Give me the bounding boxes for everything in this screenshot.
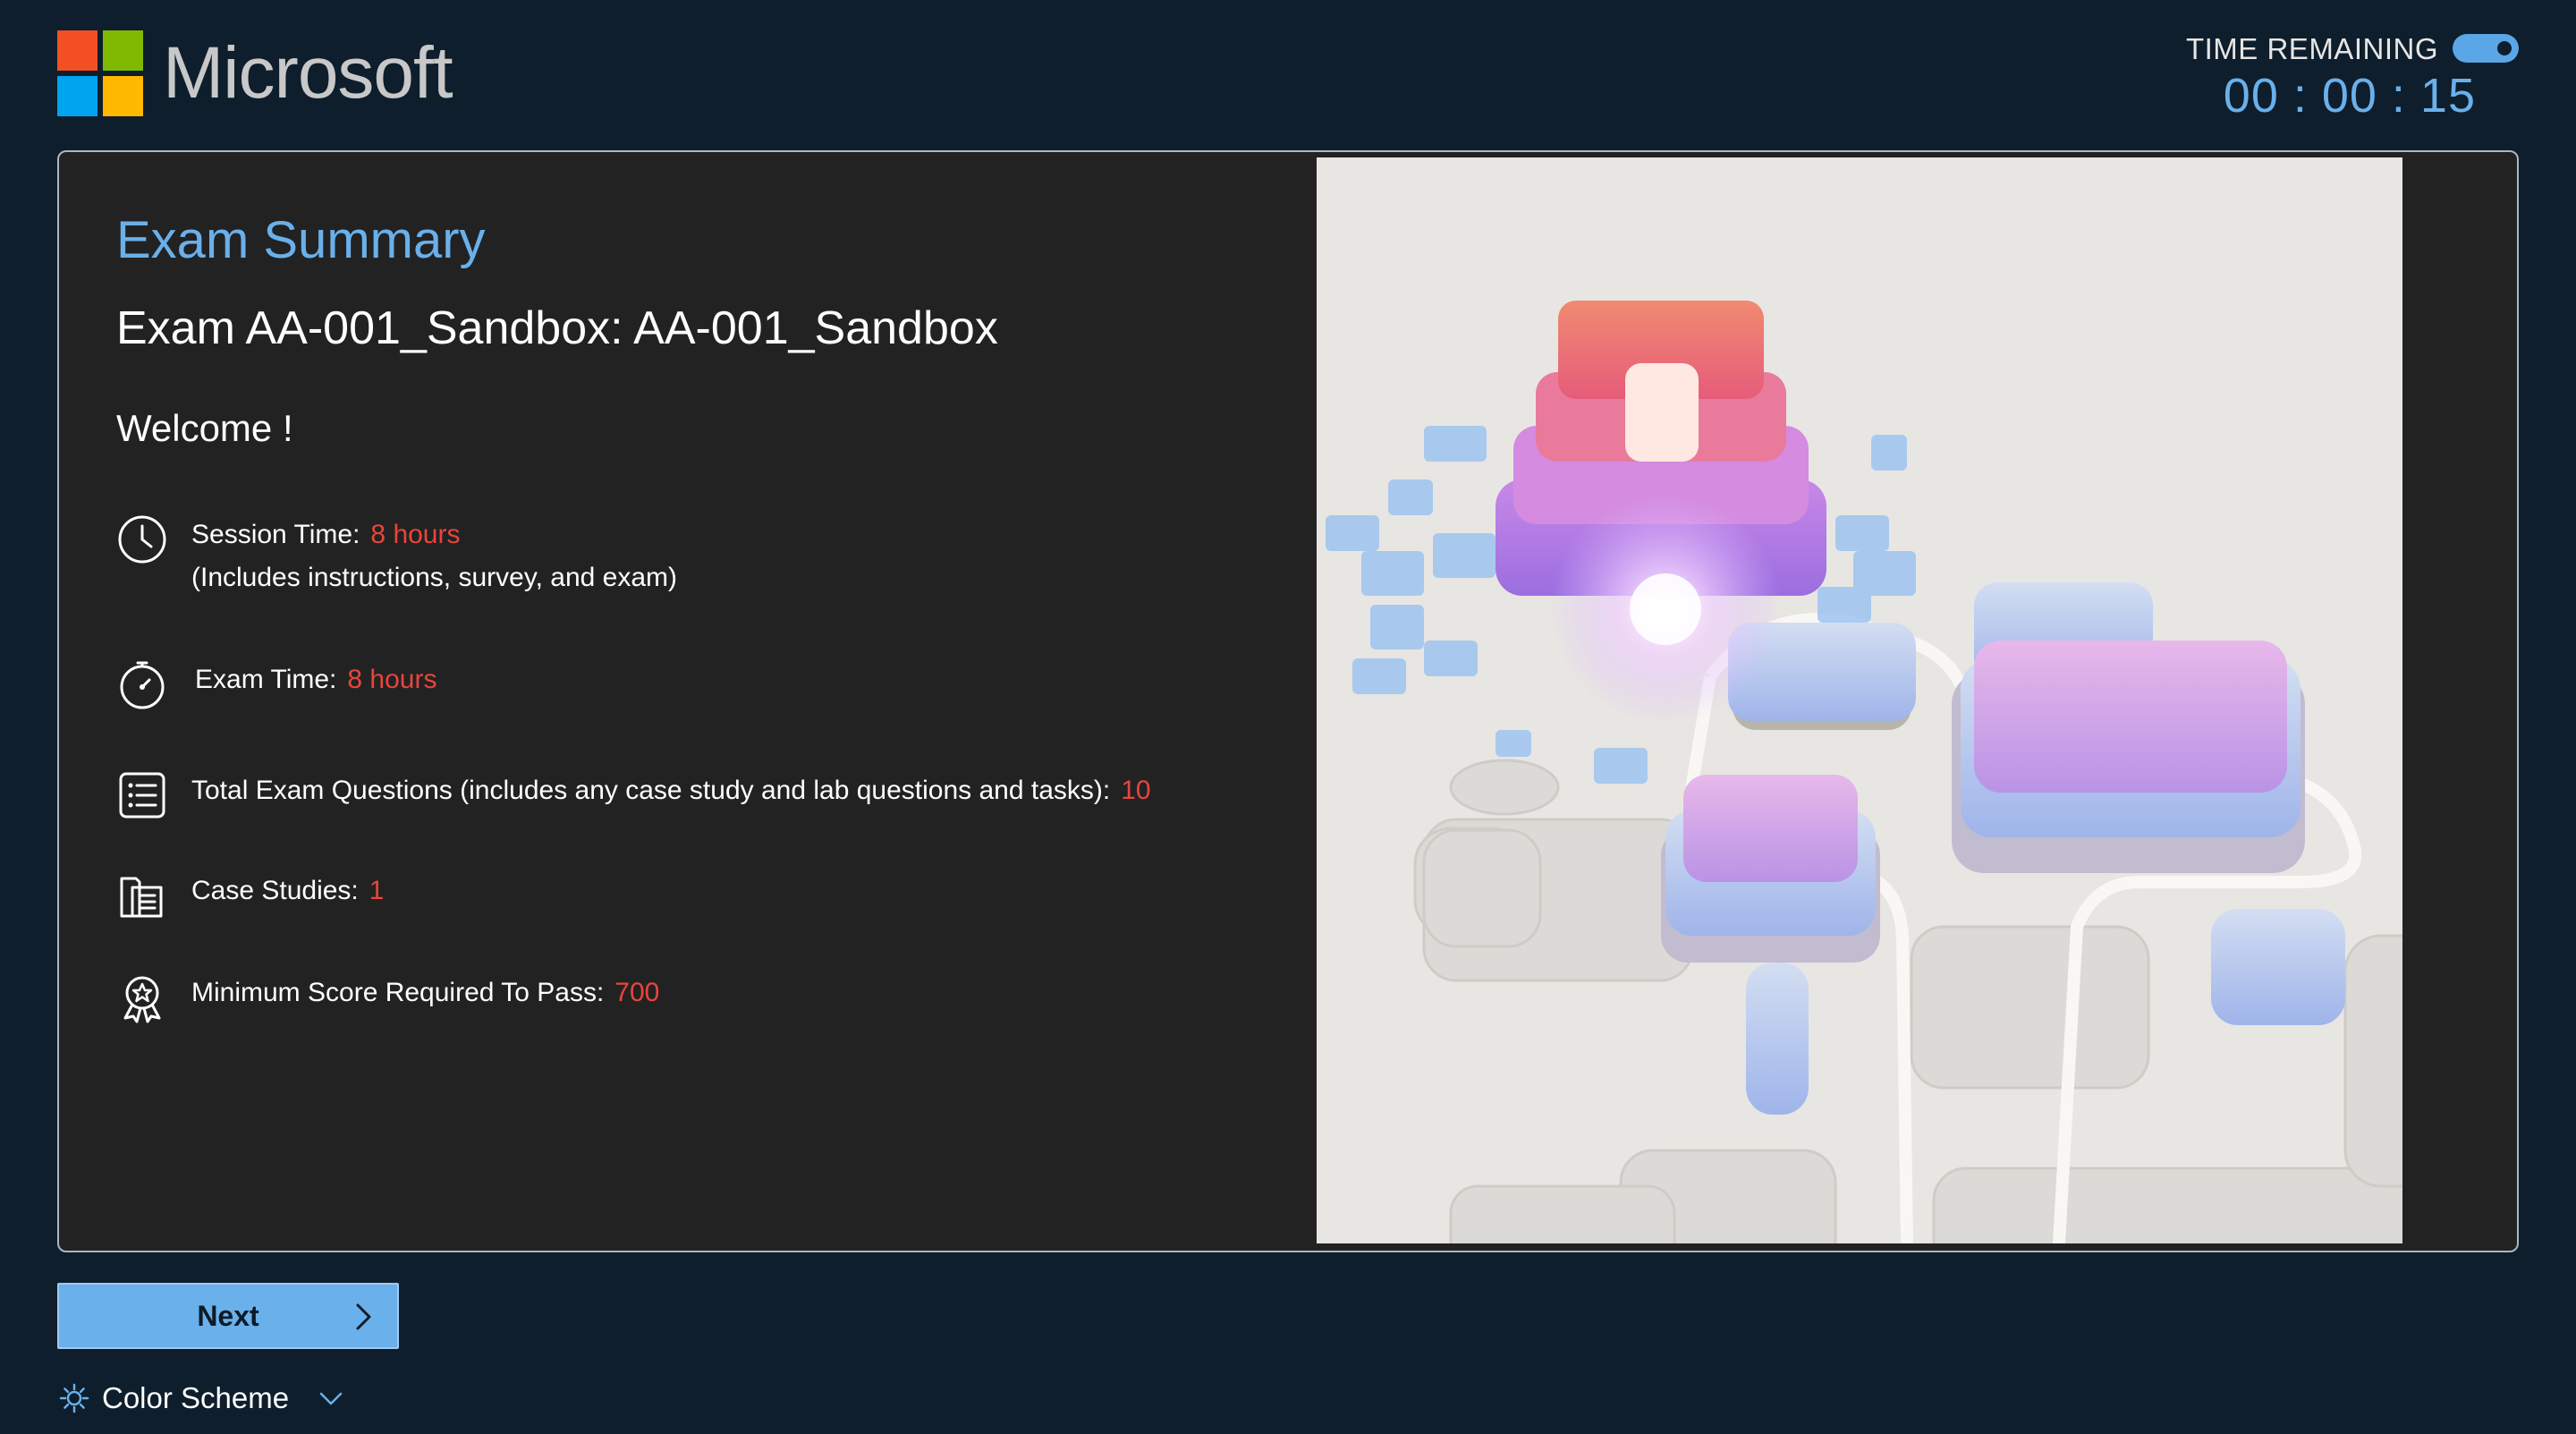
exam-time-text: Exam Time: 8 hours — [195, 658, 436, 701]
stopwatch-icon — [116, 658, 168, 710]
color-scheme-dropdown[interactable]: Color Scheme — [59, 1381, 346, 1415]
session-time-value: 8 hours — [370, 520, 461, 549]
minimum-score-row: Minimum Score Required To Pass: 700 — [116, 972, 659, 1023]
sun-icon — [59, 1383, 89, 1413]
case-studies-row: Case Studies: 1 — [116, 870, 384, 921]
page-title: Exam Summary — [116, 211, 486, 269]
checklist-icon — [116, 769, 168, 821]
microsoft-logo: Microsoft — [57, 30, 453, 116]
total-questions-value: 10 — [1121, 776, 1151, 805]
total-questions-text: Total Exam Questions (includes any case … — [191, 769, 1151, 812]
session-time-text: Session Time: 8 hours (Includes instructi… — [191, 513, 677, 599]
session-time-row: Session Time: 8 hours (Includes instructi… — [116, 513, 677, 599]
case-studies-label: Case Studies: — [191, 876, 359, 905]
hero-illustration — [1317, 157, 2402, 1243]
session-time-note: (Includes instructions, survey, and exam… — [191, 563, 678, 592]
next-button-label: Next — [197, 1299, 259, 1332]
exam-name: Exam AA-001_Sandbox: AA-001_Sandbox — [116, 301, 998, 354]
timer-label: TIME REMAINING — [2185, 32, 2438, 65]
brand-name: Microsoft — [163, 32, 453, 114]
case-studies-text: Case Studies: 1 — [191, 870, 384, 912]
minimum-score-value: 700 — [614, 978, 660, 1007]
timer-toggle[interactable] — [2453, 34, 2519, 63]
header: Microsoft TIME REMAINING 00 : 00 : 15 — [0, 0, 2576, 152]
chevron-right-icon — [356, 1303, 371, 1330]
timer-value: 00 : 00 : 15 — [2223, 69, 2476, 123]
exam-time-label: Exam Time: — [195, 665, 337, 694]
next-button[interactable]: Next — [57, 1283, 399, 1349]
total-questions-row: Total Exam Questions (includes any case … — [116, 769, 1151, 821]
exam-summary-card: Exam Summary Exam AA-001_Sandbox: AA-001… — [57, 150, 2519, 1252]
time-remaining: TIME REMAINING 00 : 00 : 15 — [2179, 27, 2519, 125]
summary-header: Exam Summary Exam AA-001_Sandbox: AA-001… — [116, 209, 1279, 451]
exam-time-row: Exam Time: 8 hours — [116, 658, 436, 710]
color-scheme-label: Color Scheme — [102, 1381, 290, 1414]
clock-icon — [116, 513, 168, 565]
exam-time-value: 8 hours — [347, 665, 437, 694]
award-icon — [116, 972, 168, 1023]
total-questions-label: Total Exam Questions (includes any case … — [191, 776, 1111, 805]
welcome-text: Welcome ! — [116, 406, 293, 449]
microsoft-logo-icon — [57, 30, 143, 116]
case-study-icon — [116, 870, 168, 921]
minimum-score-label: Minimum Score Required To Pass: — [191, 978, 605, 1007]
case-studies-value: 1 — [369, 876, 385, 905]
session-time-label: Session Time: — [191, 520, 360, 549]
chevron-down-icon — [319, 1392, 343, 1405]
minimum-score-text: Minimum Score Required To Pass: 700 — [191, 972, 659, 1014]
